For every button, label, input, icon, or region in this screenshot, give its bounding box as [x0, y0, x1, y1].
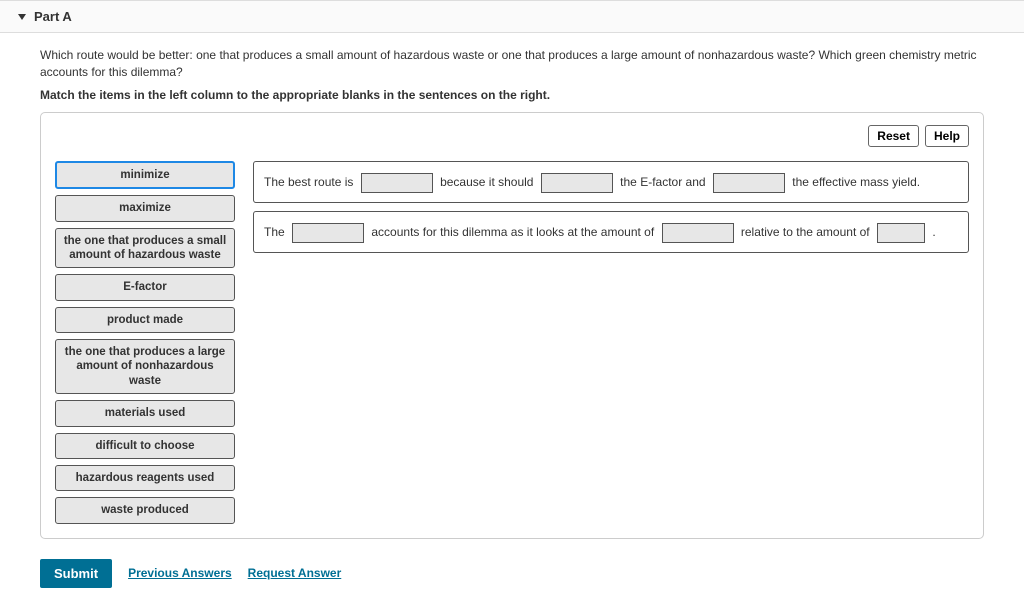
help-button[interactable]: Help	[925, 125, 969, 147]
token-item[interactable]: the one that produces a small amount of …	[55, 228, 235, 269]
question-text: Which route would be better: one that pr…	[40, 47, 984, 82]
token-item[interactable]: maximize	[55, 195, 235, 221]
submit-button[interactable]: Submit	[40, 559, 112, 588]
part-header[interactable]: Part A	[0, 0, 1024, 33]
drop-blank[interactable]	[541, 173, 613, 193]
drop-blank[interactable]	[877, 223, 925, 243]
work-area: minimize maximize the one that produces …	[55, 161, 969, 524]
token-item[interactable]: product made	[55, 307, 235, 333]
matching-panel: Reset Help minimize maximize the one tha…	[40, 112, 984, 539]
footer-actions: Submit Previous Answers Request Answer	[0, 549, 1024, 598]
token-item[interactable]: E-factor	[55, 274, 235, 300]
drop-blank[interactable]	[662, 223, 734, 243]
sentence-list: The best route is because it should the …	[253, 161, 969, 253]
sentence-text: because it should	[440, 175, 533, 189]
token-item[interactable]: the one that produces a large amount of …	[55, 339, 235, 394]
drop-blank[interactable]	[713, 173, 785, 193]
sentence-text: accounts for this dilemma as it looks at…	[371, 225, 654, 239]
content-area: Which route would be better: one that pr…	[0, 33, 1024, 549]
previous-answers-link[interactable]: Previous Answers	[128, 566, 232, 580]
sentence-text: the effective mass yield.	[792, 175, 920, 189]
token-item[interactable]: hazardous reagents used	[55, 465, 235, 491]
token-item[interactable]: minimize	[55, 161, 235, 189]
panel-actions: Reset Help	[55, 125, 969, 147]
drop-blank[interactable]	[361, 173, 433, 193]
sentence-text: The best route is	[264, 175, 353, 189]
sentence-text: relative to the amount of	[741, 225, 870, 239]
sentence-2: The accounts for this dilemma as it look…	[253, 211, 969, 253]
caret-down-icon	[18, 14, 26, 20]
request-answer-link[interactable]: Request Answer	[248, 566, 342, 580]
reset-button[interactable]: Reset	[868, 125, 919, 147]
sentence-1: The best route is because it should the …	[253, 161, 969, 203]
part-title: Part A	[34, 9, 72, 24]
sentence-text: .	[932, 225, 935, 239]
token-item[interactable]: materials used	[55, 400, 235, 426]
token-list: minimize maximize the one that produces …	[55, 161, 235, 524]
token-item[interactable]: waste produced	[55, 497, 235, 523]
sentence-text: the E-factor and	[620, 175, 705, 189]
drop-blank[interactable]	[292, 223, 364, 243]
sentence-text: The	[264, 225, 285, 239]
token-item[interactable]: difficult to choose	[55, 433, 235, 459]
instructions-text: Match the items in the left column to th…	[40, 88, 984, 102]
